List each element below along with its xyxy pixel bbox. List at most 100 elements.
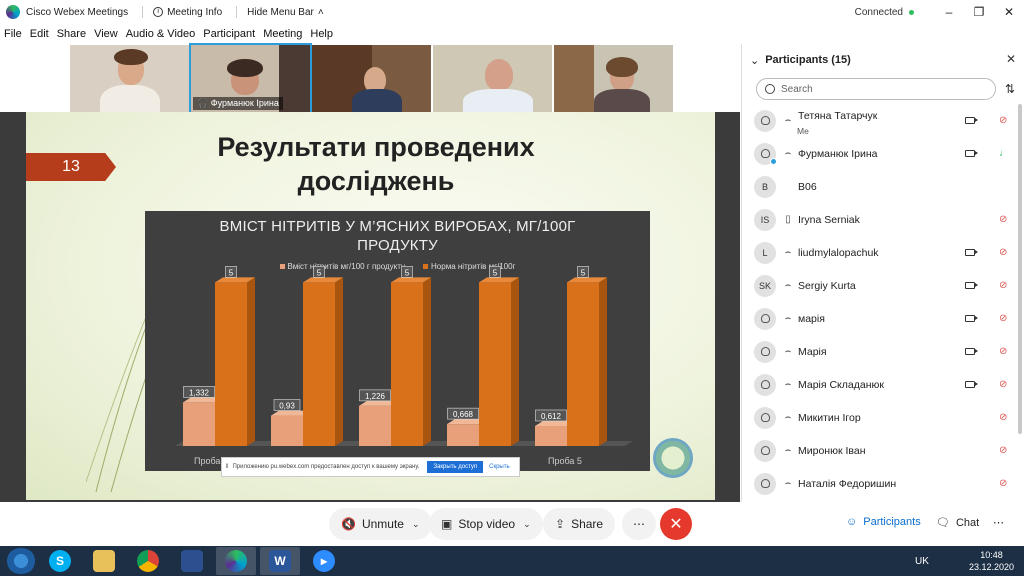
participant-row[interactable]: ⌢ Тетяна Татарчук Me ⊘	[742, 104, 1024, 137]
stop-video-label: Stop video	[458, 517, 516, 531]
stop-sharing-button[interactable]: Закрыть доступ	[427, 461, 484, 473]
taskbar-skype[interactable]: S	[40, 547, 80, 575]
x-tick-label-right: Проба 5	[548, 456, 582, 466]
avatar: B	[754, 175, 776, 198]
participant-row[interactable]: ⌢ Миронюк Іван ⊘	[742, 434, 1024, 467]
more-options-button[interactable]: ⋯	[622, 508, 656, 540]
video-tile[interactable]	[70, 45, 189, 112]
close-window-button[interactable]: ✕	[994, 5, 1024, 19]
scrollbar[interactable]	[1018, 104, 1022, 434]
participant-row[interactable]: ⌢ Марія Складанюк ⊘	[742, 368, 1024, 401]
share-notice-bar: ‖ Приложению pu.webex.com предоставлен д…	[221, 457, 520, 477]
clock[interactable]: 10:48 23.12.2020	[969, 549, 1014, 573]
mic-muted-icon[interactable]: ⊘	[999, 412, 1007, 423]
bar-side	[247, 277, 255, 446]
mic-muted-icon[interactable]: ⊘	[999, 214, 1007, 225]
video-camera-icon	[965, 249, 978, 256]
participant-row[interactable]: ⌢ Марія ⊘	[742, 335, 1024, 368]
video-tile[interactable]	[433, 45, 552, 112]
unmute-button[interactable]: 🔇 Unmute ⌄	[329, 508, 432, 540]
bar-content	[183, 402, 215, 446]
headset-icon: ⌢	[784, 115, 792, 126]
close-panel-button[interactable]: ✕	[1006, 52, 1016, 66]
avatar: IS	[754, 208, 776, 231]
data-label: 0,93	[279, 402, 295, 411]
headset-icon: ⌢	[784, 280, 792, 291]
avatar: SK	[754, 274, 776, 297]
participant-video-body	[352, 89, 402, 112]
taskbar-word[interactable]: W	[260, 547, 300, 575]
mic-muted-icon[interactable]: ⊘	[999, 115, 1007, 126]
menu-participant[interactable]: Participant	[203, 28, 255, 40]
mic-muted-icon[interactable]: ⊘	[999, 445, 1007, 456]
participant-row[interactable]: ⌢ Микитин Ігор ⊘	[742, 401, 1024, 434]
menu-view[interactable]: View	[94, 28, 118, 40]
webex-share-floating-icon[interactable]	[653, 438, 693, 478]
share-button[interactable]: ⇪ Share	[543, 508, 616, 540]
participant-video-hair	[114, 49, 148, 65]
stop-video-button[interactable]: ▣ Stop video ⌄	[429, 508, 543, 540]
bar-content	[535, 425, 567, 446]
data-label: 1,226	[365, 392, 386, 401]
participant-row[interactable]: ⌢ марія ⊘	[742, 302, 1024, 335]
sort-icon[interactable]: ⇅	[1005, 82, 1015, 96]
mic-muted-icon[interactable]: ⊘	[999, 478, 1007, 489]
bar-side	[599, 277, 607, 446]
clock-time: 10:48	[980, 550, 1003, 560]
divider	[142, 6, 144, 18]
mic-muted-icon[interactable]: ⊘	[999, 280, 1007, 291]
video-tile[interactable]	[312, 45, 431, 112]
participant-video-bg	[279, 45, 310, 112]
taskbar-webex[interactable]	[216, 547, 256, 575]
taskbar-explorer[interactable]	[84, 547, 124, 575]
participants-panel: ⌄ Participants (15) ✕ Search ⇅ ⌢ Тетяна Т…	[741, 44, 1024, 502]
participants-toggle-button[interactable]: ☺ Participants	[846, 516, 921, 528]
panel-more-button[interactable]: ⋯	[993, 516, 1004, 529]
participant-name: B06	[798, 180, 817, 193]
start-button[interactable]	[6, 548, 36, 574]
meeting-info-button[interactable]: i Meeting Info	[153, 7, 222, 18]
person-icon	[760, 446, 770, 455]
end-meeting-button[interactable]: ✕	[660, 508, 692, 540]
menu-help[interactable]: Help	[310, 28, 333, 40]
title-bar: Cisco Webex Meetings i Meeting Info Hide…	[0, 0, 1024, 24]
video-tile[interactable]	[554, 45, 673, 112]
chevron-down-icon[interactable]: ⌄	[523, 519, 531, 530]
search-input[interactable]: Search	[756, 78, 996, 100]
taskbar-zoom[interactable]: ▸	[304, 547, 344, 575]
participant-row[interactable]: IS ▯ Iryna Serniak ⊘	[742, 203, 1024, 236]
video-camera-icon	[965, 381, 978, 388]
mic-muted-icon[interactable]: ⊘	[999, 346, 1007, 357]
mic-muted-icon[interactable]: ⊘	[999, 313, 1007, 324]
minimize-button[interactable]: –	[934, 5, 964, 19]
nitrite-chart: ВМІСТ НІТРИТІВ У М’ЯСНИХ ВИРОБАХ, МГ/100…	[145, 211, 650, 471]
participant-row[interactable]: ⌢ Наталія Федоришин ⊘	[742, 467, 1024, 500]
taskbar-chrome[interactable]	[128, 547, 168, 575]
share-notice-text: Приложению pu.webex.com предоставлен дос…	[232, 464, 420, 470]
person-icon	[760, 380, 770, 389]
participant-row[interactable]: L ⌢ liudmylalopachuk ⊘	[742, 236, 1024, 269]
participants-header[interactable]: ⌄ Participants (15)	[742, 44, 1024, 76]
participant-row[interactable]: ⌢ Фурманюк Ірина ♩	[742, 137, 1024, 170]
taskbar-save[interactable]	[172, 547, 212, 575]
video-tile-active[interactable]: 🎧 Фурманюк Ірина	[189, 43, 312, 114]
hide-notice-link[interactable]: Скрыть	[489, 464, 509, 470]
menu-audio-video[interactable]: Audio & Video	[126, 28, 196, 40]
chevron-down-icon[interactable]: ⌄	[412, 519, 420, 530]
participant-row[interactable]: B B06	[742, 170, 1024, 203]
language-indicator[interactable]: UK	[915, 556, 929, 567]
mic-muted-icon[interactable]: ⊘	[999, 379, 1007, 390]
chat-button[interactable]: 🗨 Chat	[936, 516, 979, 530]
mic-muted-icon[interactable]: ⊘	[999, 247, 1007, 258]
mic-on-icon[interactable]: ♩	[999, 148, 1009, 159]
hide-menu-bar-button[interactable]: Hide Menu Bar ˄	[247, 7, 324, 18]
menu-share[interactable]: Share	[57, 28, 86, 40]
chart-plot: 1,332 5 0,93 5 1,226 5 0,668 5 0,612 5	[175, 266, 633, 446]
menu-meeting[interactable]: Meeting	[263, 28, 302, 40]
menu-file[interactable]: File	[4, 28, 22, 40]
headset-icon: ⌢	[784, 313, 792, 324]
participant-row[interactable]: SK ⌢ Sergiy Kurta ⊘	[742, 269, 1024, 302]
maximize-button[interactable]: ❐	[964, 5, 994, 19]
menu-edit[interactable]: Edit	[30, 28, 49, 40]
skype-icon: S	[49, 550, 71, 572]
